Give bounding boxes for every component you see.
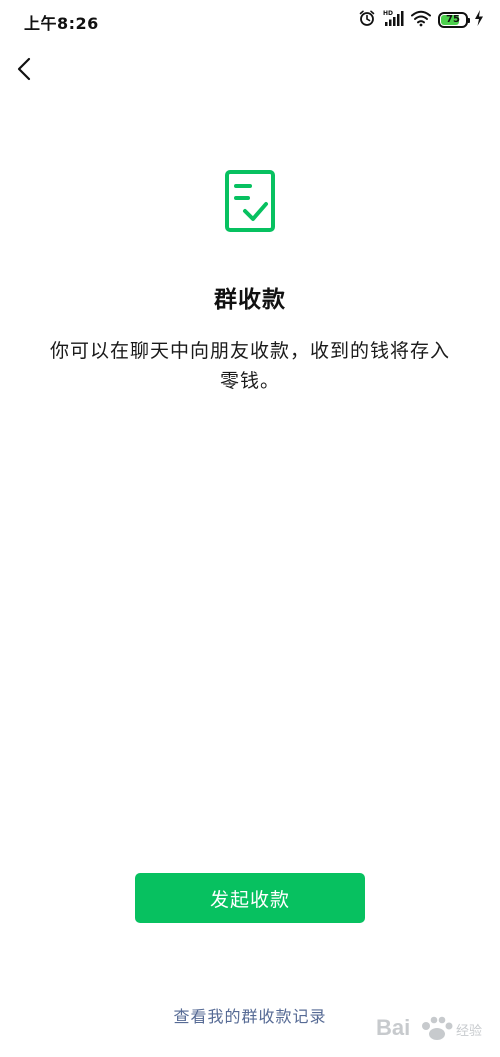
status-icons: HD 75 (358, 9, 484, 31)
page-description: 你可以在聊天中向朋友收款，收到的钱将存入零钱。 (49, 340, 450, 392)
wifi-icon (410, 9, 432, 31)
status-time: 上午8:26 (24, 14, 99, 33)
battery-icon: 75 (438, 12, 470, 28)
status-bar: 上午8:26 HD 75 (0, 0, 500, 40)
svg-text:HD: HD (383, 10, 393, 17)
back-button[interactable] (10, 52, 40, 86)
chevron-left-icon (10, 57, 40, 90)
page-title: 群收款 (214, 287, 286, 313)
document-check-icon (223, 169, 277, 233)
hd-signal-icon: HD (382, 9, 404, 31)
svg-text:Bai: Bai (376, 1015, 410, 1040)
charging-icon (474, 10, 484, 30)
alarm-icon (358, 9, 376, 31)
svg-text:经验: 经验 (456, 1023, 482, 1039)
baidu-watermark: Bai 经验 (372, 1007, 492, 1047)
start-collection-button[interactable]: 发起收款 (135, 873, 365, 923)
battery-level: 75 (446, 14, 460, 25)
